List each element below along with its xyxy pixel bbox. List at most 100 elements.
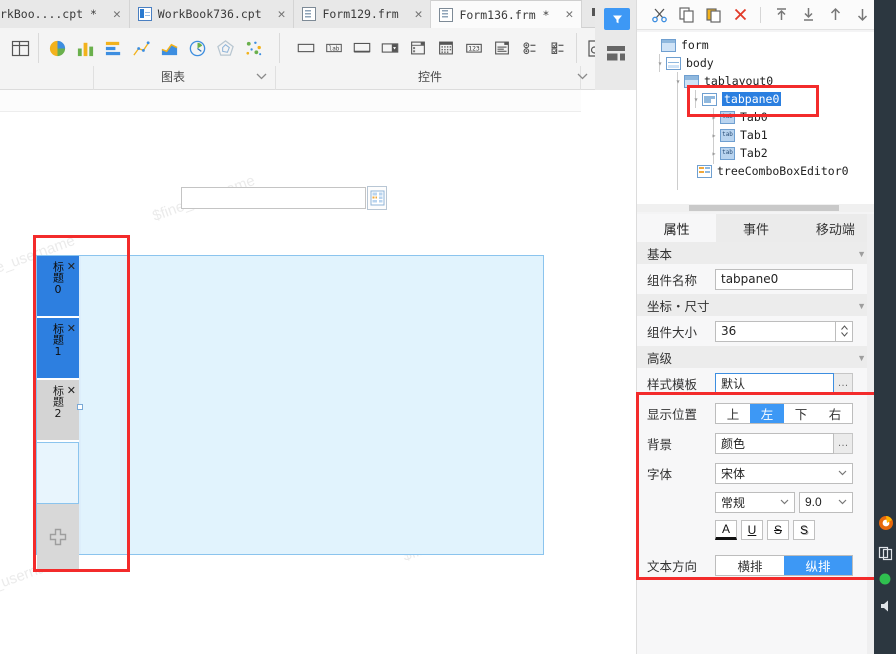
- label-icon[interactable]: lab: [320, 33, 348, 63]
- shadow-button[interactable]: S: [793, 520, 815, 540]
- tree-node-tab1[interactable]: ▸ tab Tab1: [703, 126, 768, 144]
- style-template-more-button[interactable]: …: [834, 372, 853, 394]
- design-tab-0[interactable]: 标题0 ✕: [37, 256, 79, 318]
- paste-icon[interactable]: [701, 3, 725, 27]
- move-up-icon[interactable]: [823, 3, 847, 27]
- radar-chart-icon[interactable]: [211, 33, 239, 63]
- delete-icon[interactable]: [728, 3, 752, 27]
- font-color-button[interactable]: A: [715, 520, 737, 540]
- strikethrough-button[interactable]: S: [767, 520, 789, 540]
- chevron-down-icon[interactable]: [833, 464, 852, 483]
- tree-node-tabpane0[interactable]: ▾ tabpane0: [685, 90, 782, 108]
- position-option-bottom[interactable]: 下: [784, 404, 818, 423]
- radio-group-icon[interactable]: [516, 33, 544, 63]
- properties-scrollbar[interactable]: [867, 214, 874, 654]
- tab-mobile[interactable]: 移动端: [796, 214, 875, 242]
- design-tab-2[interactable]: 标题2 ✕: [37, 380, 79, 442]
- tree-combobox-icon[interactable]: [367, 186, 387, 210]
- font-family-select[interactable]: 宋体: [715, 462, 853, 484]
- style-template-input[interactable]: 默认: [715, 372, 834, 394]
- add-tab-plus-icon[interactable]: [37, 504, 79, 570]
- move-down-icon[interactable]: [850, 3, 874, 27]
- search-input[interactable]: [181, 187, 366, 209]
- tabpane-widget[interactable]: 标题0 ✕ 标题1 ✕ 标题2 ✕: [36, 255, 544, 570]
- textfield-icon[interactable]: [292, 33, 320, 63]
- tree-expander[interactable]: ▾: [690, 95, 702, 104]
- document-tab[interactable]: Form129.frm ✕: [294, 0, 432, 28]
- close-icon[interactable]: ✕: [415, 7, 423, 22]
- combobox-checkbox-icon[interactable]: [404, 33, 432, 63]
- background-value[interactable]: 颜色: [715, 432, 834, 454]
- tab-events[interactable]: 事件: [716, 214, 795, 242]
- chevron-down-icon[interactable]: ▼: [857, 249, 866, 259]
- direction-option-vertical[interactable]: 纵排: [784, 555, 852, 575]
- bar-chart-icon[interactable]: [71, 33, 99, 63]
- checkbox-group-icon[interactable]: [544, 33, 572, 63]
- design-tab-1[interactable]: 标题1 ✕: [37, 318, 79, 380]
- panel-layout-icon[interactable]: [604, 44, 628, 64]
- close-icon[interactable]: ✕: [67, 323, 76, 336]
- chevron-down-icon[interactable]: [577, 72, 588, 83]
- tree-expander[interactable]: ▸: [708, 131, 720, 140]
- date-picker-icon[interactable]: [432, 33, 460, 63]
- window-copy-icon[interactable]: [878, 545, 894, 561]
- close-icon[interactable]: ✕: [67, 261, 76, 274]
- tree-expander[interactable]: ▸: [708, 113, 720, 122]
- document-tab[interactable]: rkBoo....cpt * ✕: [0, 0, 130, 28]
- close-icon[interactable]: ✕: [565, 7, 573, 22]
- textarea-icon[interactable]: [348, 33, 376, 63]
- tree-node-treecomboboxeditor0[interactable]: treeComboBoxEditor0: [667, 162, 849, 180]
- area-chart-icon[interactable]: [155, 33, 183, 63]
- pie-chart-icon[interactable]: [43, 33, 71, 63]
- grid-layout-icon[interactable]: [6, 33, 34, 63]
- horizontal-bar-chart-icon[interactable]: [99, 33, 127, 63]
- move-to-top-icon[interactable]: [769, 3, 793, 27]
- gauge-chart-icon[interactable]: [183, 33, 211, 63]
- tab-properties[interactable]: 属性: [637, 214, 717, 242]
- copy-icon[interactable]: [674, 3, 698, 27]
- close-icon[interactable]: ✕: [67, 385, 76, 398]
- firefox-icon[interactable]: [878, 515, 894, 531]
- volume-icon[interactable]: [878, 598, 894, 614]
- cut-icon[interactable]: [647, 3, 671, 27]
- quantity-stepper[interactable]: [836, 320, 853, 342]
- section-header-coords[interactable]: 坐标・尺寸 ▼: [637, 294, 875, 316]
- text-direction-segmented[interactable]: 横排 纵排: [715, 554, 853, 576]
- tree-node-tab2[interactable]: ▸ tab Tab2: [703, 144, 768, 162]
- tree-editor-icon[interactable]: [488, 33, 516, 63]
- position-option-left[interactable]: 左: [750, 403, 784, 423]
- scatter-line-chart-icon[interactable]: [127, 33, 155, 63]
- document-tab[interactable]: WorkBook736.cpt ✕: [129, 0, 295, 28]
- tree-node-body[interactable]: ▾ body: [649, 54, 714, 72]
- position-option-top[interactable]: 上: [716, 404, 750, 423]
- position-option-right[interactable]: 右: [818, 404, 852, 423]
- bubble-chart-icon[interactable]: [239, 33, 267, 63]
- section-header-basic[interactable]: 基本 ▼: [637, 242, 875, 264]
- filter-funnel-icon[interactable]: [604, 8, 630, 30]
- font-size-select[interactable]: 9.0: [799, 491, 853, 513]
- tabpane-content-area[interactable]: [81, 256, 543, 554]
- combobox-icon[interactable]: [376, 33, 404, 63]
- display-position-segmented[interactable]: 上 左 下 右: [715, 402, 853, 424]
- tree-node-form[interactable]: form: [649, 36, 709, 54]
- tree-expander[interactable]: ▸: [708, 149, 720, 158]
- component-name-input[interactable]: tabpane0: [715, 268, 853, 290]
- tree-expander[interactable]: ▾: [672, 77, 684, 86]
- font-style-select[interactable]: 常规: [715, 491, 795, 513]
- component-size-input[interactable]: 36: [715, 320, 836, 342]
- move-to-bottom-icon[interactable]: [796, 3, 820, 27]
- status-dot-icon[interactable]: [878, 572, 894, 588]
- tree-horizontal-scrollbar[interactable]: [637, 204, 875, 212]
- chevron-down-icon[interactable]: [256, 72, 267, 83]
- tree-node-tab0[interactable]: ▸ tab Tab0: [703, 108, 768, 126]
- close-icon[interactable]: ✕: [113, 7, 121, 22]
- document-tab-active[interactable]: Form136.frm * ✕: [431, 0, 583, 28]
- component-tree[interactable]: form ▾ body ▾ tablayout0 ▾ tabpane0 ▸ ta…: [637, 32, 875, 212]
- underline-button[interactable]: U: [741, 520, 763, 540]
- resize-handle[interactable]: [77, 404, 83, 410]
- chevron-down-icon[interactable]: [775, 493, 794, 512]
- tree-node-tablayout0[interactable]: ▾ tablayout0: [667, 72, 774, 90]
- tab-placeholder[interactable]: [37, 442, 79, 504]
- chevron-down-icon[interactable]: ▼: [857, 353, 866, 363]
- number-field-icon[interactable]: 123: [460, 33, 488, 63]
